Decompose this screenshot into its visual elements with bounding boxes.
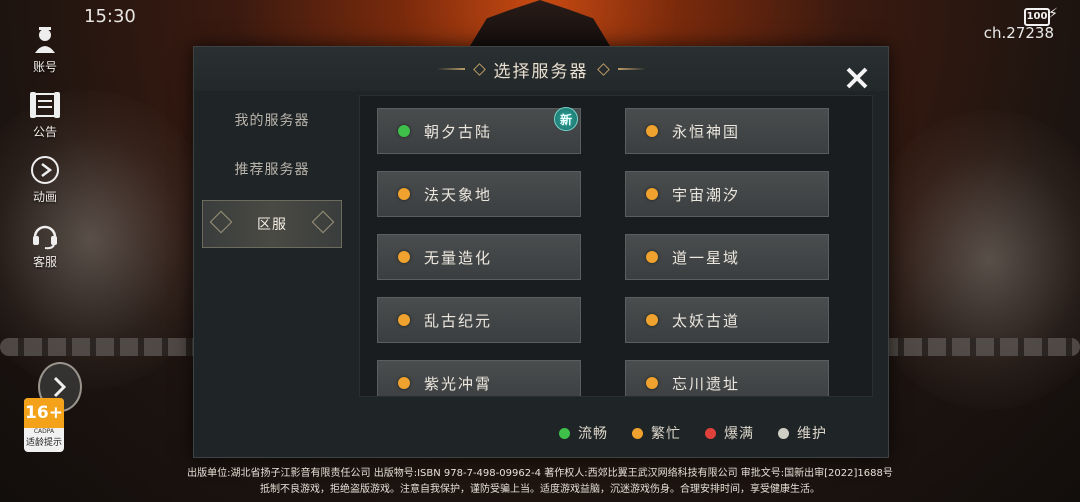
status-dot-icon: [398, 251, 410, 263]
side-item-label: 账号: [32, 60, 57, 74]
server-name: 太妖古道: [672, 311, 741, 330]
side-item-service[interactable]: 客服: [20, 219, 70, 270]
chevron-right-icon: [53, 376, 67, 398]
play-icon: [28, 154, 62, 186]
channel-label: ch.27238: [983, 24, 1054, 42]
legend-dot-icon: [705, 427, 716, 439]
status-legend: 流畅 繁忙 爆满 维护: [559, 423, 827, 443]
server-name: 宇宙潮汐: [672, 185, 741, 204]
close-button[interactable]: [840, 61, 874, 95]
close-icon: [846, 67, 868, 89]
server-name: 无量造化: [424, 248, 493, 267]
dialog-title-wrap: 选择服务器: [436, 57, 646, 82]
title-decoration-left: [436, 68, 465, 70]
server-tabs: 我的服务器 推荐服务器 区服: [202, 97, 342, 251]
side-item-label: 客服: [32, 255, 57, 269]
server-name: 永恒神国: [672, 122, 741, 141]
footer-health-notice: 抵制不良游戏，拒绝盗版游戏。注意自我保护，谨防受骗上当。适度游戏益脑，沉迷游戏伤…: [260, 484, 820, 495]
side-item-announcement[interactable]: 公告: [20, 89, 70, 140]
server-button[interactable]: 太妖古道: [625, 297, 829, 343]
status-dot-icon: [646, 377, 658, 389]
legend-item: 繁忙: [632, 423, 681, 443]
age-rating-badge[interactable]: 16+ CADPA 适龄提示: [24, 398, 64, 452]
server-grid: 朝夕古陆 新永恒神国 法天象地 宇宙潮汐 无量造化 道一星域 乱古纪元 太妖古道 紫光冲霄 忘川遗…: [377, 107, 829, 396]
side-menu: 账号 公告 动画 客服: [20, 24, 70, 284]
legend-dot-icon: [778, 427, 789, 439]
tab-my-servers[interactable]: 我的服务器: [202, 97, 342, 143]
headset-icon: [28, 219, 62, 251]
server-button[interactable]: 宇宙潮汐: [625, 171, 829, 217]
dialog-header: 选择服务器: [194, 47, 888, 91]
diamond-ornament-icon: [472, 62, 486, 76]
side-item-label: 动画: [32, 190, 57, 204]
server-button[interactable]: 乱古纪元: [377, 297, 581, 343]
legend-dot-icon: [559, 427, 570, 439]
status-dot-icon: [646, 125, 658, 137]
server-name: 紫光冲霄: [424, 374, 493, 393]
background-chain-left: [0, 338, 200, 356]
age-rating-org: CADPA: [33, 428, 55, 435]
legend-item: 维护: [778, 423, 827, 443]
server-button[interactable]: 无量造化: [377, 234, 581, 280]
legend-label: 爆满: [724, 426, 754, 442]
diamond-ornament-icon: [596, 62, 610, 76]
status-time: 15:30: [84, 6, 136, 27]
server-button[interactable]: 道一星域: [625, 234, 829, 280]
legend-label: 繁忙: [651, 426, 681, 442]
background-chain-right: [880, 338, 1080, 356]
side-item-animation[interactable]: 动画: [20, 154, 70, 205]
dialog-title: 选择服务器: [493, 61, 589, 82]
legend-label: 流畅: [578, 426, 608, 442]
server-name: 朝夕古陆: [424, 122, 493, 141]
server-button[interactable]: 紫光冲霄: [377, 360, 581, 396]
account-icon: [28, 24, 62, 56]
footer-publisher-line: 出版单位:湖北省扬子江影音有限责任公司 出版物号:ISBN 978-7-498-…: [187, 468, 893, 479]
age-rating-label: 适龄提示: [25, 438, 62, 448]
tab-server-zones[interactable]: 区服: [202, 200, 342, 248]
server-button[interactable]: 忘川遗址: [625, 360, 829, 396]
status-dot-icon: [646, 314, 658, 326]
announcement-icon: [28, 89, 62, 121]
status-dot-icon: [646, 251, 658, 263]
server-button[interactable]: 永恒神国: [625, 108, 829, 154]
status-dot-icon: [398, 377, 410, 389]
side-item-account[interactable]: 账号: [20, 24, 70, 75]
legend-label: 维护: [797, 426, 827, 442]
server-select-dialog: 选择服务器 我的服务器 推荐服务器 区服 朝夕古陆 新永恒神国 法天象地 宇宙潮汐 无量…: [193, 46, 889, 458]
age-rating-value: 16+: [24, 398, 64, 428]
legend-item: 爆满: [705, 423, 754, 443]
new-badge: 新: [554, 107, 578, 131]
server-name: 忘川遗址: [672, 374, 741, 393]
background-smoke-right: [860, 110, 1080, 410]
server-button[interactable]: 法天象地: [377, 171, 581, 217]
status-dot-icon: [398, 188, 410, 200]
status-dot-icon: [398, 125, 410, 137]
server-button[interactable]: 朝夕古陆 新: [377, 107, 581, 154]
tab-recommended-servers[interactable]: 推荐服务器: [202, 146, 342, 192]
server-name: 法天象地: [424, 185, 493, 204]
status-dot-icon: [398, 314, 410, 326]
status-dot-icon: [646, 188, 658, 200]
footer-notice: 出版单位:湖北省扬子江影音有限责任公司 出版物号:ISBN 978-7-498-…: [0, 466, 1080, 498]
legend-dot-icon: [632, 427, 643, 439]
charging-icon: ⚡: [1048, 6, 1058, 22]
server-list-area[interactable]: 朝夕古陆 新永恒神国 法天象地 宇宙潮汐 无量造化 道一星域 乱古纪元 太妖古道 紫光冲霄 忘川遗…: [359, 95, 873, 397]
server-name: 道一星域: [672, 248, 741, 267]
side-item-label: 公告: [32, 125, 57, 139]
legend-item: 流畅: [559, 423, 608, 443]
background-pagoda-roof: [470, 0, 610, 46]
title-decoration-right: [617, 68, 646, 70]
server-name: 乱古纪元: [424, 311, 493, 330]
